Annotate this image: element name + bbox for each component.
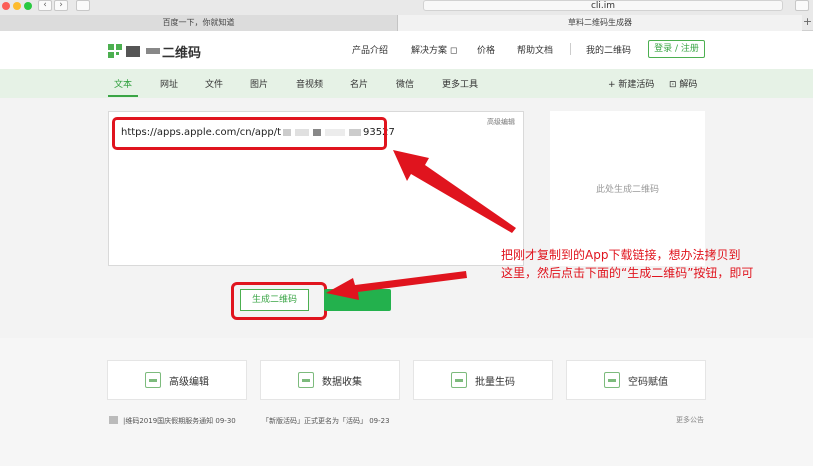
more-notices-link[interactable]: 更多公告 (676, 415, 704, 425)
tabs-overview-icon[interactable] (795, 0, 809, 11)
logo-blur (126, 45, 140, 57)
card-advanced-edit[interactable]: 高级编辑 (107, 360, 247, 400)
nav-pricing[interactable]: 价格 (477, 43, 495, 56)
tab-more-tools[interactable]: 更多工具 (442, 77, 478, 90)
annotation-line-2: 这里，然后点击下面的“生成二维码”按钮，即可 (501, 266, 754, 280)
zoom-window-button[interactable] (24, 2, 32, 10)
notice-item[interactable]: |维码2019国庆假期服务通知 09-30 (123, 416, 236, 426)
tab-file[interactable]: 文件 (205, 77, 223, 90)
edit-doc-icon (604, 372, 620, 388)
green-action-button[interactable] (324, 289, 391, 311)
nav-help[interactable]: 帮助文档 (517, 43, 553, 56)
browser-tab-caoliao[interactable]: 草料二维码生成器 (398, 15, 802, 31)
batch-add-icon (451, 372, 467, 388)
forward-button[interactable]: › (54, 0, 68, 11)
close-window-button[interactable] (2, 2, 10, 10)
notice-icon (109, 416, 118, 424)
feature-cards-area (0, 338, 813, 466)
logo-text: 二维码 (162, 45, 202, 61)
site-header: 二维码 产品介绍 解决方案 ◻ 价格 帮助文档 我的二维码 登录 / 注册 (0, 31, 813, 69)
generate-qr-button[interactable]: 生成二维码 (240, 289, 309, 311)
advanced-edit-link[interactable]: 高级编辑 (487, 117, 515, 127)
tool-tabs-bar: 文本 网址 文件 图片 音视频 名片 微信 更多工具 + 新建活码 ⊡ 解码 (0, 69, 813, 98)
login-register-button[interactable]: 登录 / 注册 (648, 40, 705, 58)
tab-audio-video[interactable]: 音视频 (296, 77, 323, 90)
card-data-collection[interactable]: 数据收集 (260, 360, 400, 400)
tab-text[interactable]: 文本 (114, 77, 132, 90)
new-dynamic-code-button[interactable]: + 新建活码 (608, 77, 654, 90)
browser-chrome: ‹ › cli.im 百度一下，你就知道 草料二维码生成器 + (0, 0, 813, 31)
url-highlight-box (112, 117, 387, 150)
tab-wechat[interactable]: 微信 (396, 77, 414, 90)
qr-preview-placeholder: 此处生成二维码 (595, 185, 659, 195)
nav-divider (570, 43, 571, 55)
card-label: 高级编辑 (169, 376, 209, 388)
tab-image[interactable]: 图片 (250, 77, 268, 90)
address-bar[interactable]: cli.im (423, 0, 783, 11)
tab-url[interactable]: 网址 (160, 77, 178, 90)
nav-solutions[interactable]: 解决方案 ◻ (411, 43, 457, 56)
card-label: 数据收集 (322, 376, 362, 388)
new-tab-button[interactable]: + (802, 15, 813, 31)
card-empty-code[interactable]: 空码赋值 (566, 360, 706, 400)
image-edit-icon (145, 372, 161, 388)
logo[interactable]: 二维码 (108, 43, 202, 61)
sidebar-icon[interactable] (76, 0, 90, 11)
active-tab-indicator (108, 95, 138, 97)
annotation-line-1: 把刚才复制到的App下载链接，想办法拷贝到 (501, 248, 741, 262)
qr-preview-panel: 此处生成二维码 (550, 111, 705, 266)
card-batch-generate[interactable]: 批量生码 (413, 360, 553, 400)
logo-icon (108, 44, 123, 58)
decode-button[interactable]: ⊡ 解码 (669, 77, 697, 90)
logo-blur-2 (146, 48, 160, 54)
nav-product[interactable]: 产品介绍 (352, 43, 388, 56)
nav-my-qrcodes[interactable]: 我的二维码 (586, 43, 631, 56)
browser-tab-baidu[interactable]: 百度一下，你就知道 (0, 15, 398, 31)
card-label: 空码赋值 (628, 376, 668, 388)
minimize-window-button[interactable] (13, 2, 21, 10)
tab-business-card[interactable]: 名片 (350, 77, 368, 90)
notice-item[interactable]: 「新版活码」正式更名为「活码」 09-23 (262, 416, 390, 426)
form-icon (298, 372, 314, 388)
tab-bar: 百度一下，你就知道 草料二维码生成器 + (0, 13, 813, 31)
card-label: 批量生码 (475, 376, 515, 388)
back-button[interactable]: ‹ (38, 0, 52, 11)
